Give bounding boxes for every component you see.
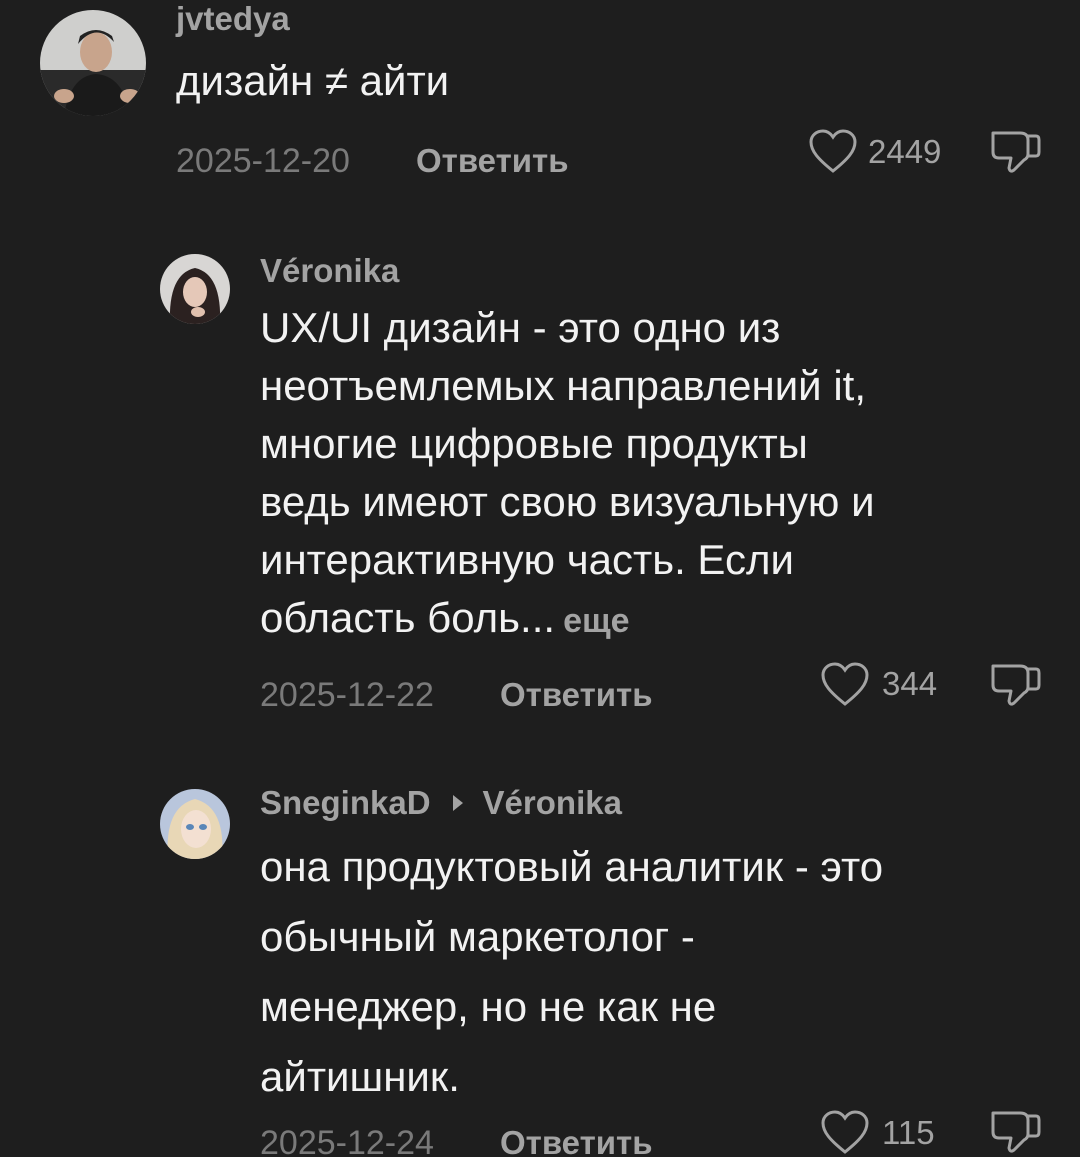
comment-text-line: дизайн ≠ айти — [176, 57, 450, 104]
avatar[interactable] — [160, 254, 230, 324]
comments-page: jvtedya дизайн ≠ айти 2025-12-20 Ответит… — [0, 0, 1080, 1157]
like-count: 2449 — [868, 133, 942, 170]
comment-text: UX/UI дизайн - это одно из неотъемлемых … — [260, 307, 875, 655]
comment-text-line: многие цифровые продукты — [260, 420, 808, 467]
heart-outline-icon[interactable] — [820, 662, 870, 708]
comment-date: 2025-12-24 — [260, 1124, 434, 1157]
comment-text-line: менеджер, но не как не — [260, 983, 717, 1030]
thumbs-down-icon[interactable] — [990, 661, 1042, 707]
reply-to-username[interactable]: Véronika — [483, 784, 622, 821]
comment-username: SneginkaD Véronika — [260, 786, 622, 819]
more-link[interactable]: еще — [563, 602, 630, 640]
heart-outline-icon[interactable] — [820, 1110, 870, 1156]
comment-text-line-last: область боль... еще — [260, 597, 875, 655]
comment-text: она продуктовый аналитик - это обычный м… — [260, 846, 883, 1126]
like-count: 344 — [882, 665, 938, 702]
avatar[interactable] — [40, 10, 146, 116]
comment-text-line: айтишник. — [260, 1053, 460, 1100]
heart-outline-icon[interactable] — [808, 129, 858, 175]
comment-username[interactable]: Véronika — [260, 254, 399, 287]
comment-text-line: обычный маркетолог - — [260, 913, 695, 960]
comment-text-line: интерактивную часть. Если — [260, 536, 794, 583]
reply-button[interactable]: Ответить — [416, 144, 569, 177]
reply-arrow-icon — [452, 795, 463, 812]
comment-text-line: UX/UI дизайн - это одно из — [260, 304, 781, 351]
comment-text-line: она продуктовый аналитик - это — [260, 843, 884, 890]
comment-text: дизайн ≠ айти — [176, 60, 449, 102]
avatar[interactable] — [160, 789, 230, 859]
comment-text-line: ведь имеют свою визуальную и — [260, 478, 875, 525]
thumbs-down-icon[interactable] — [990, 128, 1042, 174]
comment-date: 2025-12-20 — [176, 142, 350, 180]
comment-username[interactable]: jvtedya — [176, 2, 290, 35]
reply-button[interactable]: Ответить — [500, 678, 653, 711]
comment-author[interactable]: SneginkaD — [260, 784, 431, 821]
thumbs-down-icon[interactable] — [990, 1108, 1042, 1154]
comment-text-line: неотъемлемых направлений it, — [260, 362, 866, 409]
comment-text-truncated: область боль... — [260, 594, 556, 641]
comment-date: 2025-12-22 — [260, 676, 434, 714]
reply-button[interactable]: Ответить — [500, 1126, 653, 1157]
like-count: 115 — [882, 1114, 935, 1151]
